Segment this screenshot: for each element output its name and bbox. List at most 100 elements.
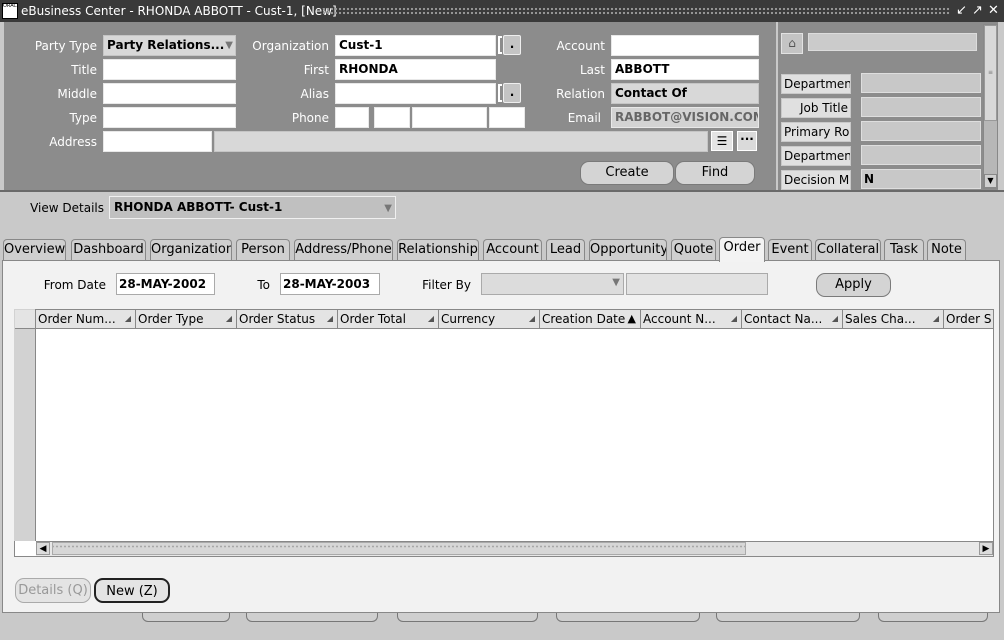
scroll-right-icon[interactable]: ▶ bbox=[979, 542, 993, 555]
tab-organization[interactable]: Organization bbox=[150, 239, 232, 260]
organization-field[interactable]: Cust-1 bbox=[335, 35, 496, 56]
column-label: Account N... bbox=[643, 312, 716, 326]
hidden-footer-button bbox=[246, 612, 378, 622]
filter-value-field[interactable] bbox=[626, 273, 768, 295]
phone-area-field[interactable] bbox=[374, 107, 410, 128]
tab-note[interactable]: Note bbox=[927, 239, 966, 260]
relation-field[interactable]: Contact Of bbox=[611, 83, 759, 104]
apply-button[interactable]: Apply bbox=[816, 273, 891, 297]
maximize-icon[interactable]: ↗ bbox=[970, 3, 985, 19]
sort-indicator-icon: ◢ bbox=[427, 314, 434, 323]
to-date-field[interactable]: 28-MAY-2003 bbox=[280, 273, 380, 295]
find-button[interactable]: Find bbox=[675, 161, 755, 185]
bracket-icon bbox=[498, 84, 502, 102]
create-button[interactable]: Create bbox=[580, 161, 674, 185]
bracket-icon bbox=[498, 36, 502, 54]
open-folder-icon[interactable]: ⌂ bbox=[781, 33, 803, 54]
column-label: Order S bbox=[946, 312, 992, 326]
minimize-icon[interactable]: ↙ bbox=[954, 3, 969, 19]
last-name-label: Last bbox=[580, 63, 605, 77]
right-panel-scroll-thumb[interactable]: ≡ bbox=[984, 25, 997, 121]
tab-quote[interactable]: Quote bbox=[671, 239, 716, 260]
filter-by-select[interactable]: ▼ bbox=[481, 273, 624, 295]
view-details-select[interactable]: RHONDA ABBOTT- Cust-1 ▼ bbox=[109, 196, 396, 219]
phone-extension-field[interactable] bbox=[489, 107, 525, 128]
contact-header-field bbox=[808, 33, 977, 51]
organization-label: Organization bbox=[252, 39, 329, 53]
column-header-contact-name[interactable]: Contact Na... ◢ bbox=[742, 310, 843, 329]
column-label: Currency bbox=[441, 312, 496, 326]
column-header-sales-channel[interactable]: Sales Cha... ◢ bbox=[843, 310, 944, 329]
title-bar-grip bbox=[322, 7, 950, 15]
tab-order[interactable]: Order bbox=[719, 237, 765, 262]
window-title-bar[interactable]: ORACLE eBusiness Center - RHONDA ABBOTT … bbox=[0, 0, 1004, 22]
chevron-down-icon: ▼ bbox=[384, 203, 392, 214]
tab-person[interactable]: Person bbox=[236, 239, 290, 260]
tab-relationship[interactable]: Relationship bbox=[397, 239, 479, 260]
tab-address-phone[interactable]: Address/Phone bbox=[294, 239, 393, 260]
sort-indicator-icon: ◢ bbox=[932, 314, 939, 323]
column-label: Creation Date bbox=[542, 312, 626, 326]
decision-maker-field[interactable]: N bbox=[861, 169, 981, 189]
alias-lov-button[interactable]: . bbox=[503, 83, 521, 103]
title-field[interactable] bbox=[103, 59, 236, 80]
tab-collateral[interactable]: Collateral bbox=[815, 239, 881, 260]
tab-opportunity[interactable]: Opportunity bbox=[589, 239, 667, 260]
view-details-label: View Details bbox=[30, 201, 104, 215]
to-date-label: To bbox=[257, 278, 270, 292]
table-scroll-thumb[interactable] bbox=[52, 542, 746, 555]
header-divider bbox=[0, 190, 1004, 192]
party-type-select[interactable]: Party Relations... ▼ bbox=[103, 35, 236, 56]
tab-overview[interactable]: Overview bbox=[3, 239, 66, 260]
hidden-footer-button bbox=[397, 612, 538, 622]
department-code-field[interactable] bbox=[861, 145, 981, 165]
column-header-order-total[interactable]: Order Total ◢ bbox=[338, 310, 439, 329]
type-field[interactable] bbox=[103, 107, 236, 128]
job-title-field[interactable] bbox=[861, 97, 981, 117]
window-title: eBusiness Center - RHONDA ABBOTT - Cust-… bbox=[21, 4, 337, 18]
tab-task[interactable]: Task bbox=[884, 239, 924, 260]
scroll-down-icon[interactable]: ▼ bbox=[984, 174, 997, 188]
department-field[interactable] bbox=[861, 73, 981, 93]
address-list-icon[interactable]: ☰ bbox=[711, 131, 733, 151]
details-button[interactable]: Details (Q) bbox=[15, 578, 91, 603]
column-label: Contact Na... bbox=[744, 312, 823, 326]
address-field[interactable] bbox=[103, 131, 212, 152]
tab-account[interactable]: Account bbox=[483, 239, 542, 260]
tab-event[interactable]: Event bbox=[768, 239, 812, 260]
first-name-label: First bbox=[303, 63, 329, 77]
from-date-label: From Date bbox=[43, 278, 106, 292]
column-header-order-type[interactable]: Order Type ◢ bbox=[136, 310, 237, 329]
alias-field[interactable] bbox=[335, 83, 496, 104]
column-header-account-name[interactable]: Account N... ◢ bbox=[641, 310, 742, 329]
phone-country-field[interactable] bbox=[335, 107, 369, 128]
primary-role-label: Primary Rol bbox=[781, 122, 851, 142]
account-label: Account bbox=[556, 39, 605, 53]
first-name-field[interactable]: RHONDA bbox=[335, 59, 496, 80]
email-field[interactable]: RABBOT@VISION.COM bbox=[611, 107, 759, 128]
close-icon[interactable]: ✕ bbox=[986, 3, 1001, 19]
account-field[interactable] bbox=[611, 35, 759, 56]
middle-name-field[interactable] bbox=[103, 83, 236, 104]
column-label: Order Type bbox=[138, 312, 204, 326]
hidden-footer-button bbox=[878, 612, 988, 622]
from-date-field[interactable]: 28-MAY-2002 bbox=[116, 273, 215, 295]
phone-number-field[interactable] bbox=[412, 107, 487, 128]
column-header-creation-date[interactable]: Creation Date ▲ bbox=[540, 310, 641, 329]
address-label: Address bbox=[49, 135, 97, 149]
column-header-currency[interactable]: Currency ◢ bbox=[439, 310, 540, 329]
column-header-order-number[interactable]: Order Num... ◢ bbox=[36, 310, 136, 329]
party-type-value: Party Relations... bbox=[107, 38, 225, 52]
tab-lead[interactable]: Lead bbox=[546, 239, 585, 260]
department-code-label: Department bbox=[781, 146, 851, 166]
primary-role-field[interactable] bbox=[861, 121, 981, 141]
column-header-order-source[interactable]: Order S bbox=[944, 310, 993, 329]
organization-lov-button[interactable]: . bbox=[503, 35, 521, 55]
scroll-left-icon[interactable]: ◀ bbox=[36, 542, 50, 555]
more-options-icon[interactable]: ··· bbox=[737, 131, 757, 151]
row-selector-column[interactable] bbox=[14, 309, 36, 541]
last-name-field[interactable]: ABBOTT bbox=[611, 59, 759, 80]
new-button[interactable]: New (Z) bbox=[94, 578, 170, 603]
tab-dashboard[interactable]: Dashboard bbox=[71, 239, 146, 260]
column-header-order-status[interactable]: Order Status ◢ bbox=[237, 310, 338, 329]
